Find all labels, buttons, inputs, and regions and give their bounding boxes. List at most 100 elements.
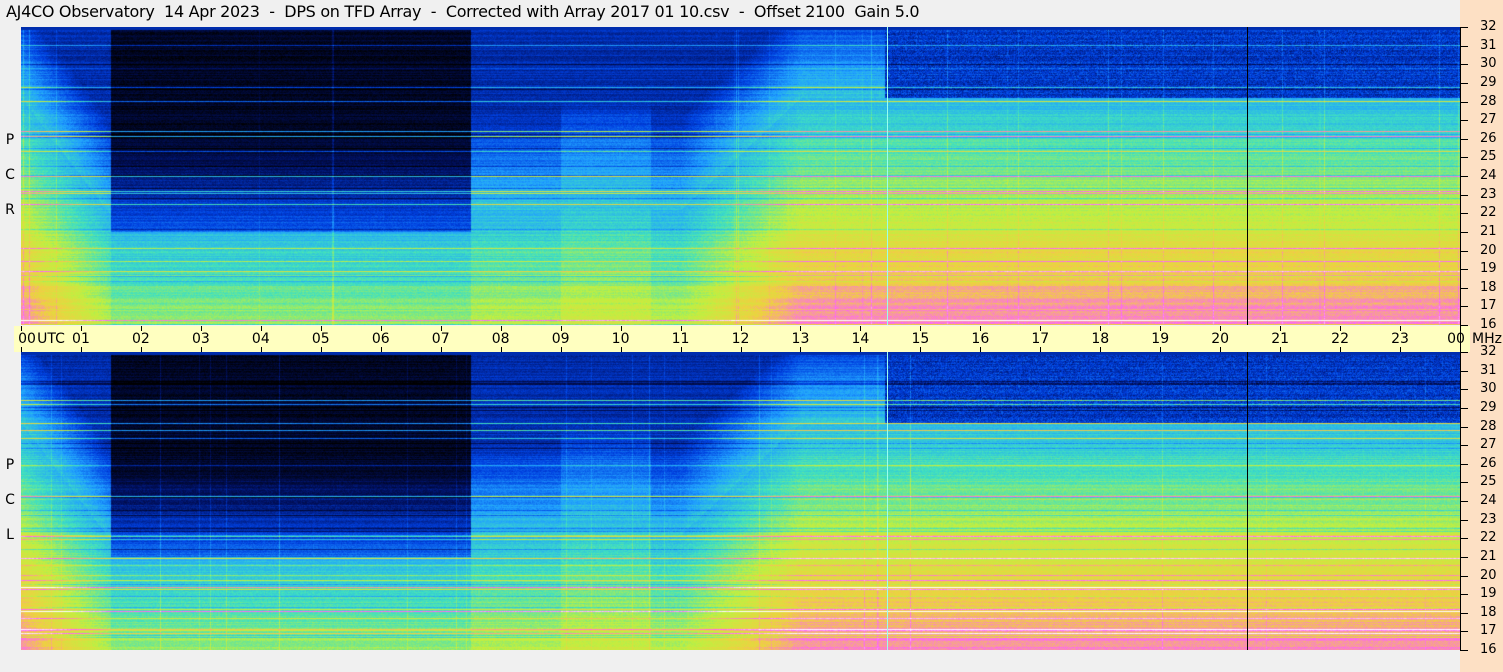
- y-tick-label: 31: [1480, 37, 1497, 53]
- y-tick: [1460, 27, 1468, 28]
- y-tick-label: 16: [1480, 642, 1497, 657]
- y-tick-label: 30: [1480, 381, 1497, 397]
- y-tick-label: 16: [1480, 317, 1497, 332]
- x-tick: [440, 347, 442, 352]
- y-tick-label: 26: [1480, 130, 1497, 146]
- x-tick-label: 02: [131, 331, 150, 347]
- x-tick: [380, 347, 382, 352]
- x-tick: [1100, 347, 1102, 352]
- y-tick-label: 32: [1480, 344, 1497, 359]
- x-tick: [21, 347, 22, 352]
- time-marker-line: [1247, 27, 1249, 325]
- y-tick: [1460, 575, 1468, 577]
- y-tick-label: 31: [1480, 362, 1497, 378]
- y-tick: [1460, 631, 1468, 633]
- y-tick: [1460, 519, 1468, 521]
- x-tick: [1340, 347, 1342, 352]
- y-tick: [1460, 194, 1468, 196]
- y-tick-label: 18: [1480, 279, 1497, 295]
- y-tick: [1460, 64, 1468, 66]
- x-tick: [920, 347, 922, 352]
- y-tick-label: 30: [1480, 56, 1497, 72]
- x-tick-label: 04: [251, 331, 270, 347]
- y-tick: [1460, 352, 1468, 353]
- x-tick: [860, 347, 862, 352]
- x-tick-label: 10: [611, 331, 630, 347]
- y-tick-label: 23: [1480, 511, 1497, 527]
- y-tick-label: 22: [1480, 205, 1497, 221]
- x-tick-label: 08: [491, 331, 510, 347]
- y-tick-label: 27: [1480, 437, 1497, 453]
- y-tick: [1460, 556, 1468, 558]
- x-tick: [500, 347, 502, 352]
- y-tick: [1460, 612, 1468, 614]
- x-tick-label: 12: [731, 331, 750, 347]
- y-tick: [1460, 407, 1468, 409]
- time-marker-line: [887, 27, 889, 325]
- y-tick: [1460, 157, 1468, 159]
- x-tick: [620, 347, 622, 352]
- y-tick-label: 25: [1480, 474, 1497, 490]
- y-tick-label: 29: [1480, 74, 1497, 90]
- y-tick: [1460, 45, 1468, 47]
- y-tick-label: 17: [1480, 623, 1497, 639]
- y-tick: [1460, 370, 1468, 372]
- rcp-spectrogram: [21, 27, 1460, 325]
- y-tick-label: 24: [1480, 168, 1497, 183]
- x-tick-label: 13: [791, 331, 810, 347]
- x-tick: [200, 347, 202, 352]
- y-tick: [1460, 287, 1468, 289]
- x-tick: [980, 347, 982, 352]
- y-tick: [1460, 306, 1468, 308]
- y-tick: [1460, 138, 1468, 140]
- y-tick-label: 25: [1480, 149, 1497, 165]
- y-tick-label: 23: [1480, 186, 1497, 202]
- y-tick: [1460, 120, 1468, 122]
- y-tick-label: 24: [1480, 493, 1497, 508]
- y-tick: [1460, 426, 1468, 428]
- y-tick: [1460, 269, 1468, 271]
- x-tick: [1040, 347, 1042, 352]
- y-tick-label: 20: [1480, 242, 1497, 258]
- polarization-label-letter: C: [5, 492, 15, 508]
- x-tick-label: 18: [1091, 331, 1110, 347]
- polarization-label-letter: R: [5, 202, 15, 218]
- chart-title: AJ4CO Observatory 14 Apr 2023 - DPS on T…: [6, 2, 920, 21]
- x-tick-label: 00: [18, 331, 36, 347]
- x-tick-label: 22: [1331, 331, 1349, 347]
- y-tick: [1460, 213, 1468, 215]
- x-tick: [1400, 347, 1402, 352]
- x-tick-label: 03: [191, 331, 210, 347]
- y-tick: [1460, 463, 1468, 465]
- x-tick: [800, 347, 802, 352]
- x-tick-label: 07: [431, 331, 450, 347]
- y-tick-label: 18: [1480, 604, 1497, 620]
- y-tick-label: 28: [1480, 93, 1497, 109]
- x-tick: [740, 347, 742, 352]
- y-tick-label: 32: [1480, 19, 1497, 34]
- x-tick-label: 11: [671, 331, 690, 347]
- time-marker-line: [887, 352, 889, 650]
- y-tick-label: 21: [1480, 548, 1497, 564]
- x-tick-label: 00: [1447, 331, 1465, 347]
- y-tick: [1460, 325, 1468, 326]
- x-tick-label: 15: [911, 331, 930, 347]
- y-tick-label: 28: [1480, 418, 1497, 434]
- x-tick: [140, 347, 142, 352]
- x-tick-label: 14: [851, 331, 870, 347]
- y-tick-label: 29: [1480, 399, 1497, 415]
- y-tick-label: 21: [1480, 223, 1497, 239]
- x-tick-label: 01: [72, 331, 90, 347]
- polarization-label-letter: C: [5, 167, 15, 183]
- x-tick: [80, 347, 82, 352]
- x-tick: [560, 347, 562, 352]
- lcp-spectrogram: [21, 352, 1460, 650]
- y-tick: [1460, 250, 1468, 252]
- y-tick: [1460, 594, 1468, 596]
- y-tick-label: 19: [1480, 261, 1497, 277]
- y-tick-label: 20: [1480, 567, 1497, 583]
- y-tick: [1460, 650, 1468, 651]
- polarization-label-letter: P: [5, 132, 15, 148]
- x-tick: [1280, 347, 1282, 352]
- y-tick: [1460, 482, 1468, 484]
